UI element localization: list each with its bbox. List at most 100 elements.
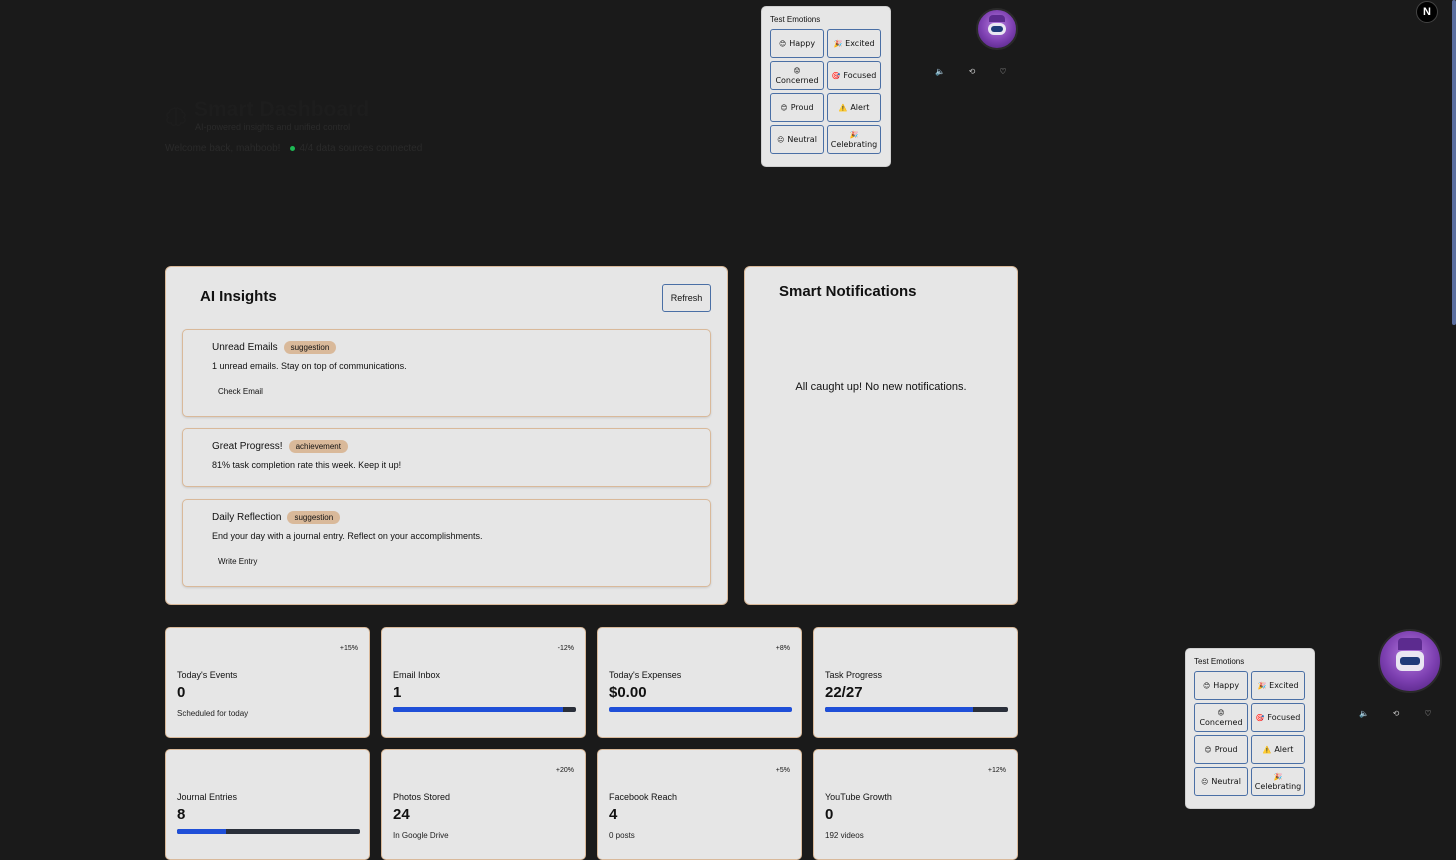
ai-insights-title: AI Insights [200, 288, 277, 305]
stat-change: +12% [987, 767, 1006, 774]
emotion-panel-title: Test Emotions [770, 15, 821, 24]
brain-icon [166, 107, 186, 127]
stat-value: 8 [177, 806, 186, 823]
stat-card-tasks[interactable]: Task Progress 22/27 [813, 627, 1018, 738]
scrollbar-thumb[interactable] [1452, 0, 1456, 325]
robot-avatar-icon[interactable] [976, 8, 1018, 50]
stat-card-photos[interactable]: +20% Photos Stored 24 In Google Drive [381, 749, 586, 860]
welcome-row: Welcome back, mahboob! 4/4 data sources … [165, 143, 422, 154]
emotion-button-focused[interactable]: 🎯 Focused [1251, 703, 1305, 732]
page-title: Smart Dashboard [194, 98, 370, 121]
stat-value: 4 [609, 806, 618, 823]
progress-bar [609, 707, 792, 712]
progress-bar [393, 707, 576, 712]
party-icon: 🎉 [1273, 772, 1283, 781]
emotion-button-neutral[interactable]: 😐 Neutral [1194, 767, 1248, 796]
insight-item: Unread Emails suggestion 1 unread emails… [182, 329, 711, 417]
status-dot-icon [290, 146, 296, 151]
nextjs-badge[interactable]: N [1416, 1, 1438, 23]
progress-fill [609, 707, 792, 712]
emotion-button-celebrating[interactable]: 🎉 Celebrating [827, 125, 881, 154]
emotion-button-proud[interactable]: 😊 Proud [770, 93, 824, 122]
emotion-button-label: Excited [1269, 680, 1299, 690]
stat-label: Facebook Reach [609, 792, 678, 802]
worried-icon: 😟 [1217, 708, 1225, 717]
history-icon[interactable]: ⟲ [965, 65, 979, 77]
emotion-button-concerned[interactable]: 😟 Concerned [770, 61, 824, 90]
check-email-button[interactable]: Check Email [218, 387, 263, 396]
stat-card-expenses[interactable]: +8% Today's Expenses $0.00 [597, 627, 802, 738]
stat-label: Today's Events [177, 670, 238, 680]
emotion-button-celebrating[interactable]: 🎉 Celebrating [1251, 767, 1305, 796]
emotion-button-label: Celebrating [1254, 781, 1302, 791]
stat-card-events[interactable]: +15% Today's Events 0 Scheduled for toda… [165, 627, 370, 738]
refresh-button[interactable]: Refresh [662, 284, 711, 312]
sources-status: 4/4 data sources connected [290, 143, 422, 154]
progress-fill [825, 707, 974, 712]
emotion-button-label: Alert [1274, 744, 1294, 754]
insight-item: Great Progress! achievement 81% task com… [182, 428, 711, 487]
emotion-button-excited[interactable]: 🎉 Excited [827, 29, 881, 58]
insight-tag: achievement [288, 440, 348, 453]
emotion-button-label: Neutral [1211, 776, 1241, 786]
stat-value: 1 [393, 684, 402, 701]
volume-icon[interactable]: 🔈 [1357, 707, 1371, 719]
happy-icon: 😊 [1202, 681, 1211, 690]
emotion-button-label: Happy [1213, 680, 1240, 690]
page-subtitle: AI-powered insights and unified control [195, 122, 351, 132]
stat-card-email[interactable]: -12% Email Inbox 1 [381, 627, 586, 738]
sources-text: 4/4 data sources connected [299, 143, 423, 154]
stat-change: +20% [555, 767, 574, 774]
emotion-button-neutral[interactable]: 😐 Neutral [770, 125, 824, 154]
smile-icon: 😊 [1204, 745, 1212, 754]
insight-title: Daily Reflection [212, 512, 282, 523]
party-icon: 🎉 [1257, 681, 1267, 690]
emotion-button-alert[interactable]: ⚠️ Alert [1251, 735, 1305, 764]
history-icon[interactable]: ⟲ [1389, 707, 1403, 719]
stat-subtext: 192 videos [825, 831, 864, 840]
smart-notifications-title: Smart Notifications [779, 283, 917, 300]
stat-card-journal[interactable]: Journal Entries 8 [165, 749, 370, 860]
emotion-button-concerned[interactable]: 😟 Concerned [1194, 703, 1248, 732]
stat-change: -12% [557, 645, 574, 652]
target-icon: 🎯 [1255, 713, 1265, 722]
stat-value: 0 [825, 806, 834, 823]
party-icon: 🎉 [833, 39, 843, 48]
progress-fill [177, 829, 227, 834]
stat-label: Task Progress [825, 670, 883, 680]
write-entry-button[interactable]: Write Entry [218, 557, 257, 566]
emotion-button-alert[interactable]: ⚠️ Alert [827, 93, 881, 122]
emotion-button-label: Neutral [787, 134, 817, 144]
insight-tag: suggestion [283, 341, 337, 354]
insight-title: Great Progress! [212, 441, 283, 452]
heart-icon[interactable]: ♡ [996, 65, 1010, 77]
warning-icon: ⚠️ [1262, 745, 1272, 754]
stat-value: 22/27 [825, 684, 863, 701]
emotion-button-excited[interactable]: 🎉 Excited [1251, 671, 1305, 700]
notifications-empty-message: All caught up! No new notifications. [795, 381, 967, 393]
smart-notifications-card [744, 266, 1018, 605]
emotion-button-focused[interactable]: 🎯 Focused [827, 61, 881, 90]
worried-icon: 😟 [793, 66, 801, 75]
stat-card-facebook[interactable]: +5% Facebook Reach 4 0 posts [597, 749, 802, 860]
stat-value: 0 [177, 684, 186, 701]
emotion-button-proud[interactable]: 😊 Proud [1194, 735, 1248, 764]
emotion-button-label: Concerned [775, 75, 819, 85]
emotion-button-happy[interactable]: 😊 Happy [770, 29, 824, 58]
volume-icon[interactable]: 🔈 [933, 65, 947, 77]
welcome-text: Welcome back, mahboob! [165, 143, 281, 154]
stat-change: +8% [775, 645, 790, 652]
target-icon: 🎯 [831, 71, 841, 80]
emotion-button-happy[interactable]: 😊 Happy [1194, 671, 1248, 700]
robot-avatar-icon[interactable] [1378, 629, 1442, 693]
emotion-panel-top: Test Emotions 😊 Happy 🎉 Excited 😟 Concerned… [762, 7, 890, 166]
warning-icon: ⚠️ [838, 103, 848, 112]
emotion-panel-bottom: Test Emotions 😊 Happy 🎉 Excited 😟 Concerned… [1186, 649, 1314, 808]
stat-label: YouTube Growth [825, 792, 892, 802]
insight-tag: suggestion [287, 511, 341, 524]
insight-title: Unread Emails [212, 342, 278, 353]
heart-icon[interactable]: ♡ [1421, 707, 1435, 719]
neutral-face-icon: 😐 [777, 135, 785, 144]
emotion-button-label: Excited [845, 38, 875, 48]
stat-card-youtube[interactable]: +12% YouTube Growth 0 192 videos [813, 749, 1018, 860]
